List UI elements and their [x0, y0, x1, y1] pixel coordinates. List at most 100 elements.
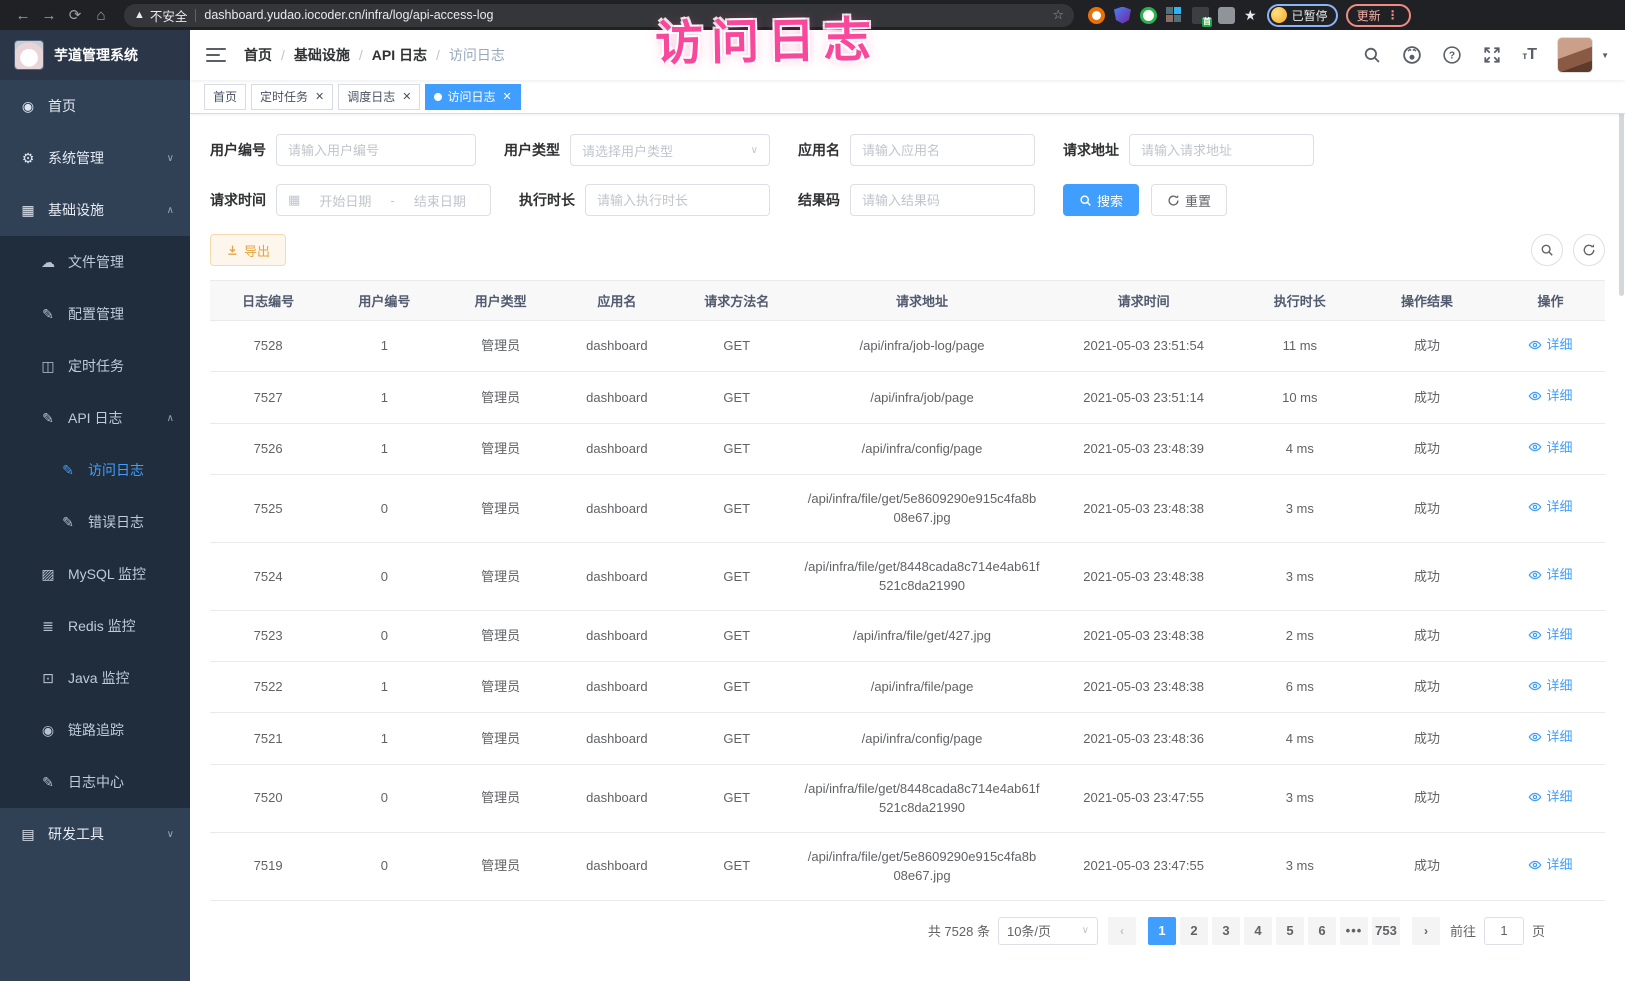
- sidebar-item[interactable]: ⚙ 系统管理 ∨: [0, 132, 190, 184]
- detail-link[interactable]: 详细: [1528, 565, 1572, 585]
- forward-icon[interactable]: →: [36, 3, 62, 27]
- user-type-select[interactable]: 请选择用户类型 ∨: [570, 134, 770, 166]
- breadcrumb-item[interactable]: 首页: [244, 45, 272, 65]
- detail-link[interactable]: 详细: [1528, 787, 1572, 807]
- page-button[interactable]: 5: [1276, 917, 1304, 945]
- request-url-input[interactable]: [1129, 134, 1314, 166]
- security-warning-icon[interactable]: ▲: [134, 9, 145, 21]
- sidebar-item[interactable]: ◉ 链路追踪: [0, 704, 190, 756]
- reset-button[interactable]: 重置: [1151, 184, 1227, 216]
- page-button[interactable]: 6: [1308, 917, 1336, 945]
- page-button[interactable]: 4: [1244, 917, 1272, 945]
- sidebar-item[interactable]: ☁ 文件管理: [0, 236, 190, 288]
- detail-link[interactable]: 详细: [1528, 625, 1572, 645]
- detail-link[interactable]: 详细: [1528, 386, 1572, 406]
- page-button[interactable]: 3: [1212, 917, 1240, 945]
- security-label[interactable]: 不安全: [150, 6, 188, 25]
- sidebar-logo[interactable]: 芋道管理系统: [0, 30, 190, 80]
- cell-user-type: 管理员: [443, 832, 559, 900]
- goto-prefix: 前往: [1450, 921, 1476, 940]
- app-name-input[interactable]: [850, 134, 1035, 166]
- sidebar-item[interactable]: ◫ 定时任务: [0, 340, 190, 392]
- url-text[interactable]: dashboard.yudao.iocoder.cn/infra/log/api…: [204, 8, 493, 22]
- page-size-value: 10条/页: [1007, 921, 1051, 940]
- sidebar-item[interactable]: ▤ 研发工具 ∨: [0, 808, 190, 860]
- detail-link[interactable]: 详细: [1528, 497, 1572, 517]
- sidebar-item[interactable]: ✎ API 日志 ∧: [0, 392, 190, 444]
- sidebar-item[interactable]: ✎ 错误日志: [0, 496, 190, 548]
- refresh-button[interactable]: [1573, 234, 1605, 266]
- tag-close-icon[interactable]: ✕: [503, 90, 512, 103]
- browser-update-button[interactable]: 更新 ⋮: [1346, 4, 1411, 27]
- scrollbar[interactable]: [1619, 30, 1625, 981]
- page-button[interactable]: •••: [1340, 917, 1368, 945]
- next-page-button[interactable]: ›: [1412, 917, 1440, 945]
- hamburger-icon[interactable]: [206, 48, 226, 62]
- sidebar-item[interactable]: ✎ 访问日志: [0, 444, 190, 496]
- cell-duration: 2 ms: [1242, 610, 1358, 661]
- sidebar-item[interactable]: ✎ 日志中心: [0, 756, 190, 808]
- goto-page-input[interactable]: [1484, 917, 1524, 945]
- sidebar-item[interactable]: ✎ 配置管理: [0, 288, 190, 340]
- view-tag[interactable]: 访问日志 ✕: [425, 84, 520, 110]
- menu-item-label: 配置管理: [68, 304, 124, 324]
- font-size-icon[interactable]: тT: [1522, 46, 1537, 64]
- hide-search-button[interactable]: [1531, 234, 1563, 266]
- help-icon[interactable]: ?: [1442, 45, 1462, 65]
- cell-result: 成功: [1358, 542, 1496, 610]
- cell-app: dashboard: [559, 542, 675, 610]
- home-icon[interactable]: ⌂: [88, 3, 114, 27]
- detail-link[interactable]: 详细: [1528, 676, 1572, 696]
- view-tag[interactable]: 首页 ✕: [204, 84, 246, 110]
- cell-url: /api/infra/file/get/427.jpg: [799, 610, 1046, 661]
- detail-link[interactable]: 详细: [1528, 855, 1572, 875]
- extension-shield-icon[interactable]: [1114, 7, 1131, 24]
- fullscreen-icon[interactable]: [1482, 45, 1502, 65]
- extension-icon[interactable]: [1140, 7, 1157, 24]
- page-button[interactable]: 1: [1148, 917, 1176, 945]
- back-icon[interactable]: ←: [10, 3, 36, 27]
- extension-star-icon[interactable]: ★: [1244, 7, 1257, 24]
- cell-method: GET: [675, 832, 799, 900]
- bookmark-star-icon[interactable]: ☆: [1052, 7, 1064, 23]
- sidebar-item[interactable]: ▨ MySQL 监控: [0, 548, 190, 600]
- extension-badge-icon[interactable]: 首: [1192, 7, 1209, 24]
- search-icon[interactable]: [1362, 45, 1382, 65]
- user-menu[interactable]: ▼: [1557, 37, 1609, 73]
- sidebar-item[interactable]: ≣ Redis 监控: [0, 600, 190, 652]
- page-size-select[interactable]: 10条/页 ∨: [998, 917, 1098, 945]
- extension-icon[interactable]: [1088, 7, 1105, 24]
- sidebar-item[interactable]: ▦ 基础设施 ∧: [0, 184, 190, 236]
- export-button[interactable]: 导出: [210, 234, 286, 266]
- address-bar[interactable]: ▲ 不安全 dashboard.yudao.iocoder.cn/infra/l…: [124, 4, 1074, 27]
- search-button[interactable]: 搜索: [1063, 184, 1139, 216]
- cell-user-type: 管理员: [443, 372, 559, 423]
- tag-close-icon[interactable]: ✕: [402, 90, 411, 103]
- detail-link[interactable]: 详细: [1528, 335, 1572, 355]
- view-tag[interactable]: 调度日志 ✕: [338, 84, 420, 110]
- prev-page-button[interactable]: ‹: [1108, 917, 1136, 945]
- extension-icon[interactable]: [1218, 7, 1235, 24]
- table-row: 7519 0 管理员 dashboard GET /api/infra/file…: [210, 832, 1605, 900]
- user-avatar[interactable]: [1557, 37, 1593, 73]
- duration-input[interactable]: [585, 184, 770, 216]
- browser-profile-chip[interactable]: 已暂停: [1267, 4, 1338, 27]
- reload-icon[interactable]: ⟳: [62, 3, 88, 27]
- detail-link[interactable]: 详细: [1528, 438, 1572, 458]
- breadcrumb-item[interactable]: API 日志: [372, 45, 427, 65]
- page-button[interactable]: 2: [1180, 917, 1208, 945]
- extension-grid-icon[interactable]: [1166, 7, 1183, 24]
- date-range-picker[interactable]: ▦ 开始日期 - 结束日期: [276, 184, 491, 216]
- breadcrumb-item[interactable]: 基础设施: [294, 45, 350, 65]
- result-code-input[interactable]: [850, 184, 1035, 216]
- browser-menu-icon[interactable]: ⋮: [1387, 8, 1400, 22]
- tag-close-icon[interactable]: ✕: [315, 90, 324, 103]
- page-button[interactable]: 753: [1372, 917, 1400, 945]
- detail-link[interactable]: 详细: [1528, 727, 1572, 747]
- cell-url: /api/infra/job-log/page: [799, 321, 1046, 372]
- sidebar-item[interactable]: ⊡ Java 监控: [0, 652, 190, 704]
- github-icon[interactable]: [1402, 45, 1422, 65]
- view-tag[interactable]: 定时任务 ✕: [251, 84, 333, 110]
- sidebar-item[interactable]: ◉ 首页: [0, 80, 190, 132]
- user-id-input[interactable]: [276, 134, 476, 166]
